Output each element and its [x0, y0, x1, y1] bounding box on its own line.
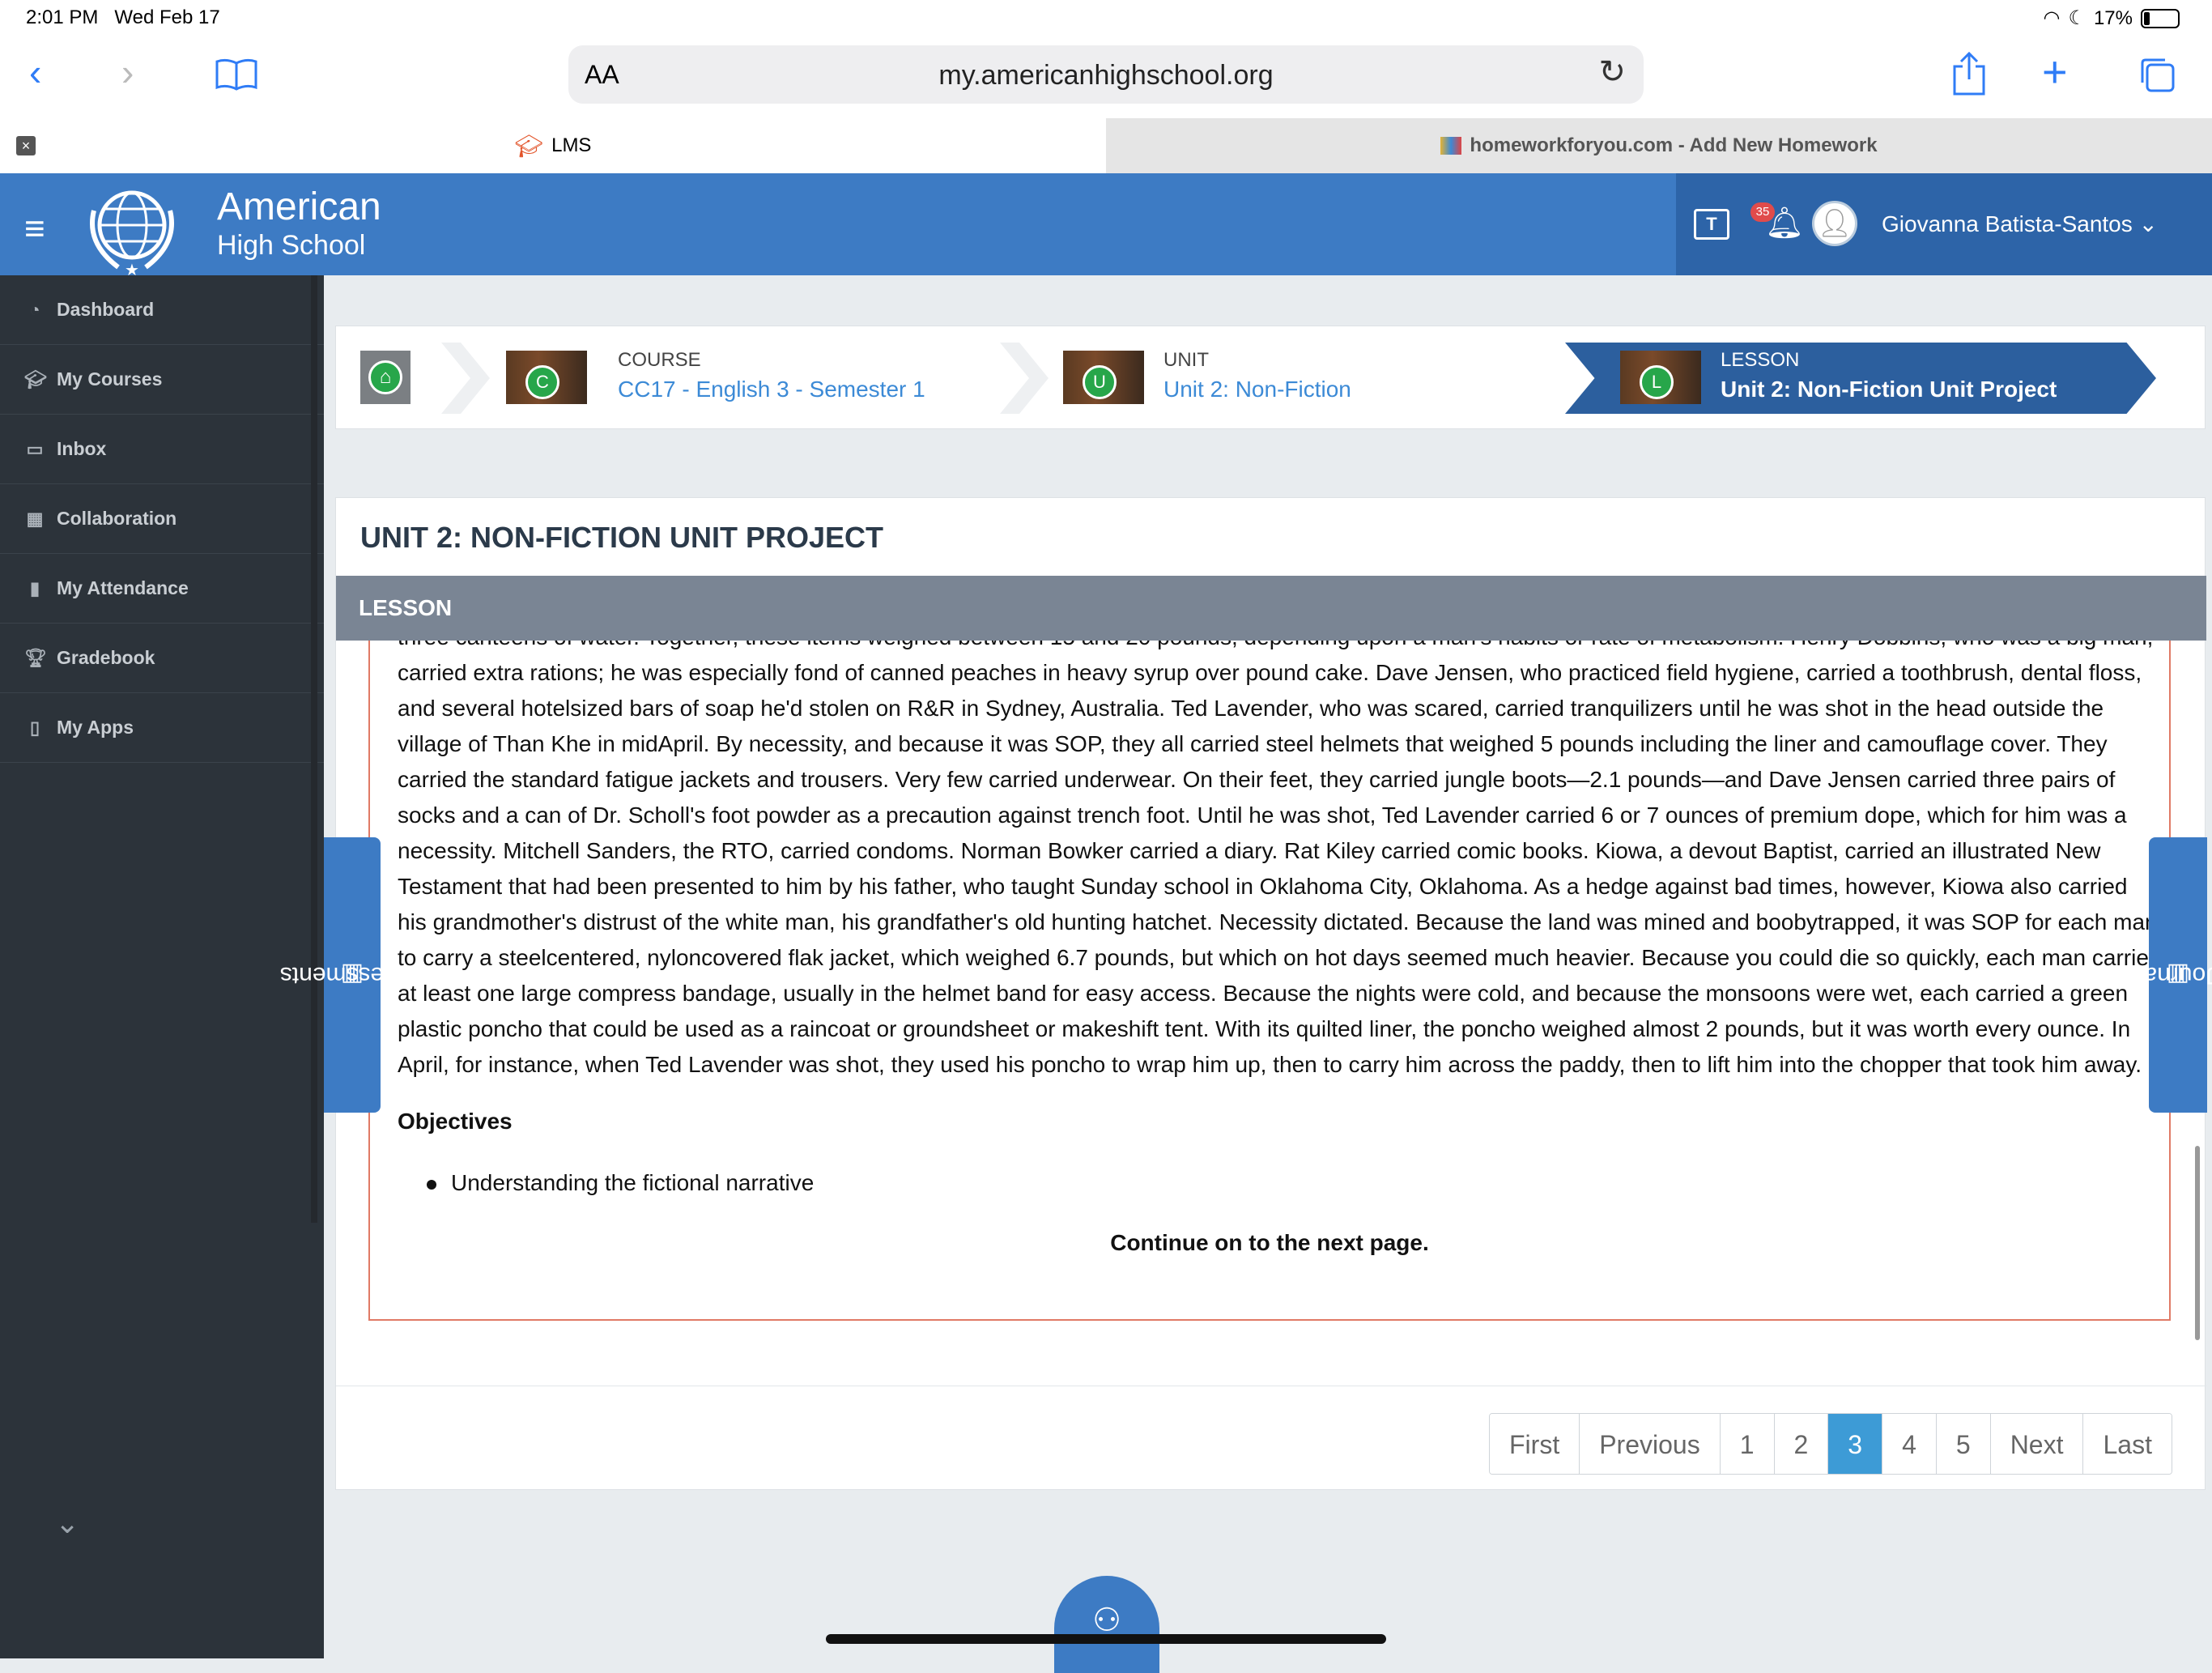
lesson-badge: L [1640, 365, 1674, 399]
course-badge: C [525, 365, 559, 399]
dashboard-icon: ◔ [29, 299, 40, 320]
page-3-button[interactable]: 3 [1828, 1414, 1883, 1474]
tab-homeworkforyou[interactable]: homeworkforyou.com - Add New Homework [1106, 118, 2212, 173]
close-tab-icon[interactable]: × [16, 136, 36, 155]
school-logo: ★ [78, 178, 186, 279]
breadcrumb-separator [1000, 343, 1049, 414]
home-indicator[interactable] [826, 1634, 1386, 1644]
unit-badge: U [1083, 365, 1117, 399]
user-name: Giovanna Batista-Santos [1882, 211, 2133, 236]
sidebar-item-collaboration[interactable]: ▦ Collaboration [0, 484, 324, 554]
chevron-down-icon[interactable]: ⌄ [55, 1506, 79, 1540]
lesson-card: UNIT 2: NON-FICTION UNIT PROJECT LESSON … [335, 497, 2206, 1490]
first-page-button[interactable]: First [1490, 1414, 1580, 1474]
tab-lms[interactable]: 🎓︎ LMS [0, 118, 1106, 173]
chevron-down-icon: ⌄ [2138, 211, 2158, 236]
site-favicon-icon [1440, 137, 1462, 155]
bookmarks-icon[interactable] [215, 58, 257, 95]
tabs-overview-icon[interactable] [2138, 55, 2176, 98]
wifi-icon: ◠ [2043, 7, 2061, 29]
sidebar-item-my-attendance[interactable]: ▮ My Attendance [0, 554, 324, 624]
trophy-icon: 🏆︎ [24, 647, 47, 668]
url-text: my.americanhighschool.org [938, 60, 1274, 91]
hamburger-menu-icon[interactable]: ≡ [24, 209, 45, 249]
objectives-heading: Objectives [398, 1109, 513, 1134]
breadcrumb-separator [441, 343, 490, 414]
lesson-content: three canteens of water. Together, these… [368, 641, 2171, 1321]
moon-icon: ☾ [2068, 7, 2086, 29]
status-right: ◠ ☾ 17% [2043, 6, 2180, 30]
brand-subtitle: High School [217, 230, 366, 261]
page-2-button[interactable]: 2 [1774, 1414, 1829, 1474]
accessibility-button[interactable]: ⚇ [1054, 1576, 1159, 1673]
notification-badge: 35 [1750, 202, 1775, 222]
teams-icon: ▦ [26, 508, 44, 529]
graduation-cap-icon: 🎓︎ [514, 133, 544, 159]
reload-icon[interactable]: ↻ [1598, 53, 1626, 91]
content-scrollbar[interactable] [2195, 1146, 2200, 1340]
course-link[interactable]: CC17 - English 3 - Semester 1 [618, 377, 925, 402]
forward-icon[interactable]: › [121, 50, 134, 94]
page-4-button[interactable]: 4 [1882, 1414, 1937, 1474]
graduation-cap-icon: 🎓︎ [24, 368, 47, 390]
breadcrumb: ⌂ C COURSE CC17 - English 3 - Semester 1… [335, 326, 2206, 429]
course-label: COURSE [618, 349, 701, 371]
back-icon[interactable]: ‹ [29, 50, 41, 94]
user-panel: T 🔔︎ 35 👤︎ Giovanna Batista-Santos ⌄ [1676, 173, 2212, 275]
sidebar: ◔ Dashboard 🎓︎ My Courses ▭ Inbox ▦ Collabor… [0, 275, 324, 1658]
objective-item: Understanding the fictional narrative [426, 1170, 815, 1195]
previous-page-button[interactable]: Previous [1580, 1414, 1721, 1474]
lms-header: ≡ ★ American High School T 🔔︎ 35 👤︎ Giov… [0, 173, 2212, 279]
battery-percent: 17% [2093, 6, 2133, 29]
sidebar-item-my-courses[interactable]: 🎓︎ My Courses [0, 345, 324, 415]
next-page-button[interactable]: Next [1990, 1414, 2084, 1474]
breadcrumb-home[interactable]: ⌂ [360, 351, 410, 404]
pagination: First Previous 1 2 3 4 5 Next Last [1489, 1413, 2172, 1475]
section-header: LESSON [336, 576, 2206, 641]
inbox-icon: ▭ [26, 438, 44, 459]
sidebar-item-dashboard[interactable]: ◔ Dashboard [0, 275, 324, 345]
teams-icon[interactable]: T [1694, 209, 1729, 240]
brand-name: American [217, 185, 381, 228]
page-5-button[interactable]: 5 [1936, 1414, 1991, 1474]
assessments-tab[interactable]: ▥ Assessments [280, 837, 424, 1113]
continue-text: Continue on to the next page. [1110, 1230, 1429, 1255]
page-title: UNIT 2: NON-FICTION UNIT PROJECT [360, 521, 883, 554]
unit-link[interactable]: Unit 2: Non-Fiction [1163, 377, 1351, 402]
status-bar: 2:01 PM Wed Feb 17 ◠ ☾ 17% [0, 0, 2212, 37]
last-page-button[interactable]: Last [2083, 1414, 2172, 1474]
lesson-label: LESSON [1721, 349, 1800, 371]
status-time: 2:01 PM Wed Feb 17 [26, 6, 220, 28]
lesson-paragraph: three canteens of water. Together, these… [398, 641, 2162, 1077]
unit-label: UNIT [1163, 349, 1209, 371]
url-bar[interactable]: AA my.americanhighschool.org ↻ [568, 45, 1644, 104]
home-icon: ⌂ [368, 360, 402, 394]
sidebar-item-gradebook[interactable]: 🏆︎ Gradebook [0, 624, 324, 693]
user-menu[interactable]: Giovanna Batista-Santos ⌄ [1882, 211, 2158, 237]
accessibility-icon: ⚇ [1092, 1603, 1121, 1638]
browser-toolbar: ‹ › AA my.americanhighschool.org ↻ + [0, 37, 2212, 118]
browser-tab-strip: 🎓︎ LMS × homeworkforyou.com - Add New Ho… [0, 118, 2212, 173]
mobile-icon: ▯ [29, 717, 40, 738]
assessments-label: Assessments [279, 962, 425, 989]
tab-label: LMS [551, 134, 592, 156]
sidebar-item-inbox[interactable]: ▭ Inbox [0, 415, 324, 484]
lesson-title: Unit 2: Non-Fiction Unit Project [1721, 377, 2057, 402]
journal-tab[interactable]: Journal ▥ [2138, 837, 2212, 1113]
page-1-button[interactable]: 1 [1720, 1414, 1775, 1474]
sidebar-item-my-apps[interactable]: ▯ My Apps [0, 693, 324, 763]
sidebar-scrollbar[interactable] [311, 275, 317, 1223]
avatar[interactable]: 👤︎ [1812, 201, 1857, 246]
tab-label: homeworkforyou.com - Add New Homework [1470, 134, 1878, 156]
clipboard-icon: ▮ [29, 577, 40, 598]
share-icon[interactable] [1951, 51, 1987, 100]
new-tab-icon[interactable]: + [2042, 47, 2068, 97]
notebook-icon: ▥ [2166, 961, 2190, 989]
battery-icon [2141, 8, 2180, 28]
